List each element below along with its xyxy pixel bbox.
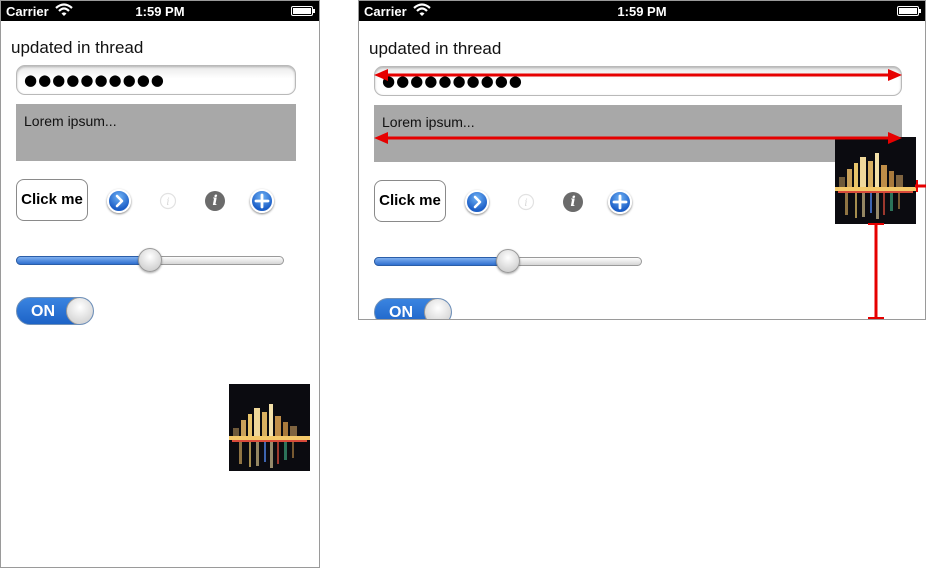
switch-knob: [424, 299, 451, 319]
info-dark-icon[interactable]: i: [563, 192, 583, 212]
slider-thumb[interactable]: [138, 248, 162, 272]
svg-text:i: i: [524, 198, 527, 209]
add-contact-button[interactable]: [608, 190, 632, 214]
chevron-right-icon: [473, 195, 482, 209]
toggle-switch[interactable]: ON: [374, 298, 452, 320]
add-contact-button[interactable]: [250, 189, 274, 213]
slider-fill: [374, 257, 508, 266]
password-field[interactable]: ●●●●●●●●●●: [374, 66, 902, 96]
status-bar: Carrier 1:59 PM: [1, 1, 319, 21]
status-bar: Carrier 1:59 PM: [359, 1, 925, 21]
password-field[interactable]: ●●●●●●●●●●: [16, 65, 296, 95]
switch-knob: [66, 298, 93, 324]
click-me-button[interactable]: Click me: [16, 179, 88, 221]
status-label: updated in thread: [369, 39, 502, 58]
slider-thumb[interactable]: [496, 249, 520, 273]
portrait-simulator-screen: Carrier 1:59 PM updated in thread ●●●●●●…: [0, 0, 320, 568]
toggle-switch[interactable]: ON: [16, 297, 94, 325]
battery-icon: [291, 6, 315, 16]
plus-icon: [612, 194, 628, 210]
switch-on-label: ON: [31, 303, 55, 320]
value-slider[interactable]: [16, 246, 284, 274]
svg-text:i: i: [166, 197, 169, 208]
status-label: updated in thread: [11, 38, 144, 57]
switch-on-label: ON: [389, 304, 413, 320]
city-night-image: [835, 137, 916, 224]
plus-icon: [254, 193, 270, 209]
landscape-simulator-screen: Carrier 1:59 PM updated in thread ●●●●●●…: [358, 0, 926, 320]
clock-label: 1:59 PM: [135, 4, 185, 19]
slider-fill: [16, 256, 150, 265]
text-view[interactable]: Lorem ipsum...: [16, 104, 296, 161]
city-night-image: [229, 384, 310, 471]
text-view[interactable]: Lorem ipsum...: [374, 105, 902, 162]
click-me-button[interactable]: Click me: [374, 180, 446, 222]
detail-disclosure-button[interactable]: [465, 190, 489, 214]
detail-disclosure-button[interactable]: [107, 189, 131, 213]
value-slider[interactable]: [374, 247, 642, 275]
info-light-icon[interactable]: i: [517, 193, 535, 211]
info-dark-icon[interactable]: i: [205, 191, 225, 211]
info-light-icon[interactable]: i: [159, 192, 177, 210]
chevron-right-icon: [115, 194, 124, 208]
battery-icon: [897, 6, 921, 16]
clock-label: 1:59 PM: [617, 4, 667, 19]
